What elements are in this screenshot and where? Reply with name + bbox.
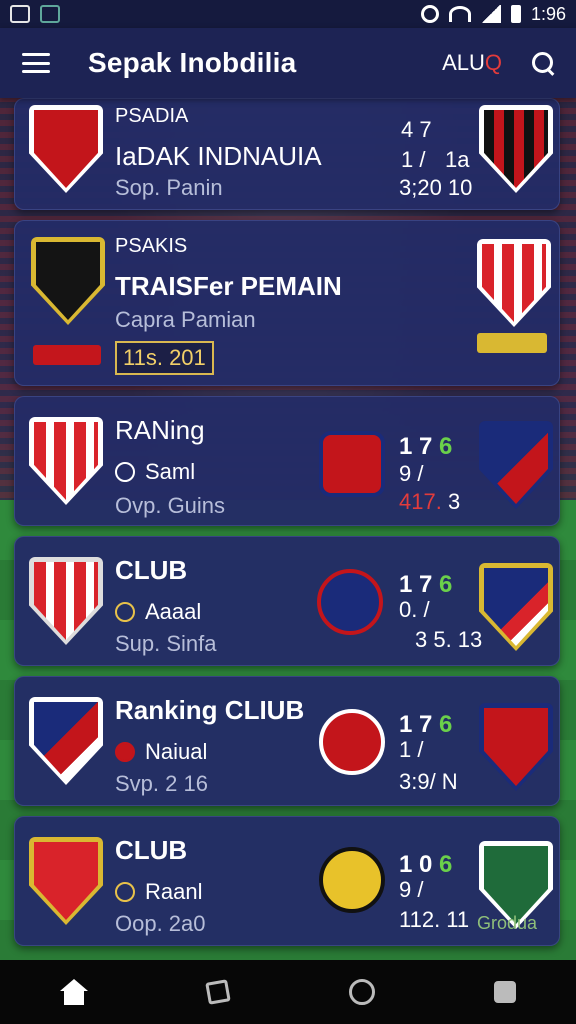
ball-icon bbox=[115, 462, 135, 482]
card-line-text: Naiual bbox=[145, 739, 208, 764]
status-left bbox=[10, 5, 60, 23]
card-title: CLUB bbox=[115, 555, 188, 585]
club-badge-icon bbox=[319, 431, 385, 497]
list-item[interactable]: CLUB Raanl Oop. 2a0 1 0 6 9 / 112. 11 Gr… bbox=[14, 816, 560, 946]
card-title: IaDAK INDNAUIA bbox=[115, 141, 322, 171]
ribbon-banner bbox=[33, 345, 101, 365]
score-mid: 0. / bbox=[399, 597, 430, 622]
home-icon[interactable] bbox=[59, 979, 88, 1005]
app-title: Sepak Inobdilia bbox=[88, 47, 297, 78]
card-subtitle: Sop. Panin bbox=[115, 175, 223, 200]
date-tag: 11s. 201 bbox=[115, 341, 214, 375]
battery-icon bbox=[510, 5, 521, 23]
search-icon[interactable] bbox=[532, 52, 554, 74]
record-icon bbox=[115, 742, 135, 762]
score-mid: 1 / bbox=[401, 147, 426, 172]
card-subtitle: Svp. 2 16 bbox=[115, 771, 208, 796]
club-crest-icon bbox=[479, 421, 553, 509]
club-crest-icon bbox=[29, 837, 103, 925]
score-bottom: 3:9/ N bbox=[399, 769, 458, 794]
news-list: PSADIA IaDAK INDNAUIA Sop. Panin 4 7 1 /… bbox=[14, 98, 562, 956]
trophy-icon bbox=[115, 882, 135, 902]
card-line-text: Raanl bbox=[145, 879, 203, 904]
score-mid: 1 / bbox=[399, 737, 424, 762]
card-title: CLUB bbox=[115, 835, 188, 865]
list-item[interactable]: PSADIA IaDAK INDNAUIA Sop. Panin 4 7 1 /… bbox=[14, 98, 560, 210]
score-bottom: 112. 11 bbox=[399, 907, 470, 932]
score-bottom: 3 5. 13 bbox=[415, 627, 483, 652]
score-top: 1 7 6 bbox=[399, 433, 453, 460]
score-top: 1 0 6 bbox=[399, 851, 453, 878]
alarm-icon bbox=[420, 5, 439, 23]
score-top: 1 7 6 bbox=[399, 711, 453, 738]
notification-icon bbox=[10, 5, 30, 23]
card-kicker: PSAKIS bbox=[115, 235, 188, 257]
card-kicker: PSADIA bbox=[115, 105, 189, 127]
app-bar: Sepak Inobdilia ALUQ bbox=[0, 28, 576, 98]
app-action-text: ALU bbox=[442, 50, 485, 75]
club-crest-icon bbox=[31, 237, 105, 325]
app-action-q: Q bbox=[484, 50, 502, 75]
card-line: Aaaal bbox=[115, 599, 201, 625]
club-badge-icon bbox=[319, 709, 385, 775]
club-crest-icon bbox=[479, 703, 553, 791]
wifi-icon bbox=[448, 6, 471, 22]
list-item[interactable]: CLUB Aaaal Sup. Sinfa 1 7 6 0. / 3 5. 13 bbox=[14, 536, 560, 666]
signal-icon bbox=[480, 5, 501, 23]
club-crest-icon bbox=[479, 105, 553, 193]
card-title: TRAISFer PEMAIN bbox=[115, 271, 342, 301]
card-subtitle: Capra Pamian bbox=[115, 307, 256, 332]
score-top: 4 7 bbox=[401, 117, 432, 142]
club-badge-label: Grodua bbox=[477, 913, 538, 933]
card-subtitle: Sup. Sinfa bbox=[115, 631, 217, 656]
card-line: Saml bbox=[115, 459, 195, 485]
list-item[interactable]: Ranking CLIUB Naiual Svp. 2 16 1 7 6 1 /… bbox=[14, 676, 560, 806]
card-line: Naiual bbox=[115, 739, 207, 765]
club-crest-icon bbox=[477, 239, 551, 327]
score-mid-right: 1a bbox=[445, 147, 470, 172]
club-crest-icon bbox=[29, 557, 103, 645]
menu-icon[interactable] bbox=[22, 53, 50, 73]
recents-icon[interactable] bbox=[494, 981, 517, 1003]
status-bar: 1:96 bbox=[0, 0, 576, 28]
bottom-navigation bbox=[0, 960, 576, 1024]
home-circle-icon[interactable] bbox=[348, 979, 375, 1005]
score-bottom: 3;20 10 bbox=[399, 175, 473, 200]
card-title: RANing bbox=[115, 415, 205, 445]
score-top: 1 7 6 bbox=[399, 571, 453, 598]
card-line-text: Saml bbox=[145, 459, 196, 484]
card-subtitle: Ovp. Guins bbox=[115, 493, 226, 518]
score-mid: 9 / bbox=[399, 877, 424, 902]
card-title: Ranking CLIUB bbox=[115, 695, 305, 725]
club-crest-icon bbox=[479, 563, 553, 651]
list-item[interactable]: PSAKIS TRAISFer PEMAIN Capra Pamian 11s.… bbox=[14, 220, 560, 386]
card-line-text: Aaaal bbox=[145, 599, 202, 624]
back-icon[interactable] bbox=[205, 979, 231, 1005]
ribbon-banner bbox=[477, 333, 547, 353]
player-crest-icon bbox=[29, 105, 103, 193]
club-crest-icon bbox=[29, 697, 103, 785]
club-crest-icon bbox=[29, 417, 103, 505]
score-mid: 9 / bbox=[399, 461, 424, 486]
card-line: Raanl bbox=[115, 879, 202, 905]
score-bottom: 417. 3 bbox=[399, 489, 461, 514]
list-item[interactable]: RANing Saml Ovp. Guins 1 7 6 9 / 417. 3 bbox=[14, 396, 560, 526]
club-badge-icon bbox=[317, 569, 383, 635]
app-action-button[interactable]: ALUQ bbox=[442, 50, 502, 76]
club-badge-icon bbox=[319, 847, 385, 913]
card-subtitle: Oop. 2a0 bbox=[115, 911, 206, 936]
chart-notification-icon bbox=[40, 5, 60, 23]
status-right: 1:96 bbox=[420, 3, 566, 25]
trophy-icon bbox=[115, 602, 135, 622]
status-time: 1:96 bbox=[530, 3, 566, 24]
